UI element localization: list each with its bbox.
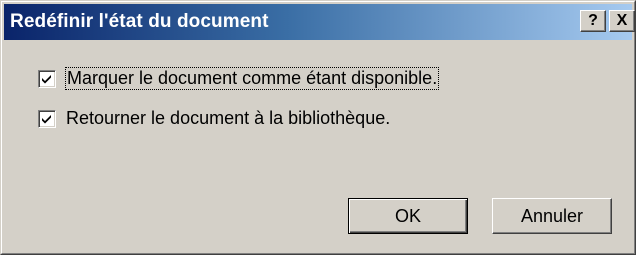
dialog-window: Redéfinir l'état du document ? X Marquer… xyxy=(0,0,636,255)
option-mark-available[interactable]: Marquer le document comme étant disponib… xyxy=(38,67,440,90)
dialog-title: Redéfinir l'état du document xyxy=(10,11,269,32)
help-button[interactable]: ? xyxy=(580,10,606,32)
check-mark-icon xyxy=(42,114,51,123)
cancel-button[interactable]: Annuler xyxy=(492,198,612,234)
title-bar[interactable]: Redéfinir l'état du document ? X xyxy=(4,4,635,40)
checkbox-label-mark-available[interactable]: Marquer le document comme étant disponib… xyxy=(64,67,440,90)
checkbox-mark-available[interactable] xyxy=(38,69,56,88)
dialog-frame: Redéfinir l'état du document ? X Marquer… xyxy=(1,1,635,254)
checkbox-return-library[interactable] xyxy=(38,109,56,128)
close-button[interactable]: X xyxy=(609,10,635,32)
check-mark-icon xyxy=(42,74,51,83)
option-return-library[interactable]: Retourner le document à la bibliothèque. xyxy=(38,108,390,129)
ok-button[interactable]: OK xyxy=(348,198,468,234)
checkbox-label-return-library[interactable]: Retourner le document à la bibliothèque. xyxy=(66,108,390,129)
